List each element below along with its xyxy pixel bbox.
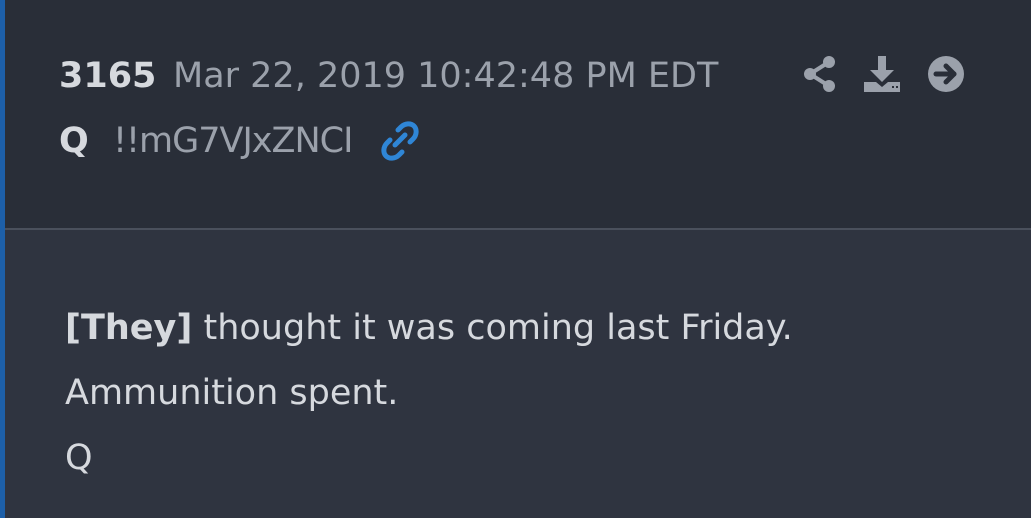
message-text: thought it was coming last Friday. [192,308,793,348]
post-card: 3165 Mar 22, 2019 10:42:48 PM EDT Q !!mG… [0,0,1031,518]
post-timestamp: Mar 22, 2019 10:42:48 PM EDT [173,56,719,96]
author-name: Q [59,121,89,161]
arrow-right-circle-icon[interactable] [926,54,966,94]
post-message: [They] thought it was coming last Friday… [65,296,1005,491]
message-text: Ammunition spent. [65,373,399,413]
post-header: 3165 Mar 22, 2019 10:42:48 PM EDT Q !!mG… [5,0,1031,228]
download-icon[interactable] [862,54,902,94]
post-number: 3165 [59,56,157,96]
message-line: Q [65,426,1005,491]
share-icon[interactable] [800,54,840,94]
post-actions [800,54,965,96]
message-line: [They] thought it was coming last Friday… [65,296,1005,361]
author-tripcode: !!mG7VJxZNCI [113,121,353,161]
message-text: Q [65,438,93,478]
link-icon[interactable] [379,120,421,162]
message-line: Ammunition spent. [65,361,1005,426]
message-bold-prefix: [They] [65,308,193,348]
post-body: [They] thought it was coming last Friday… [5,230,1031,518]
